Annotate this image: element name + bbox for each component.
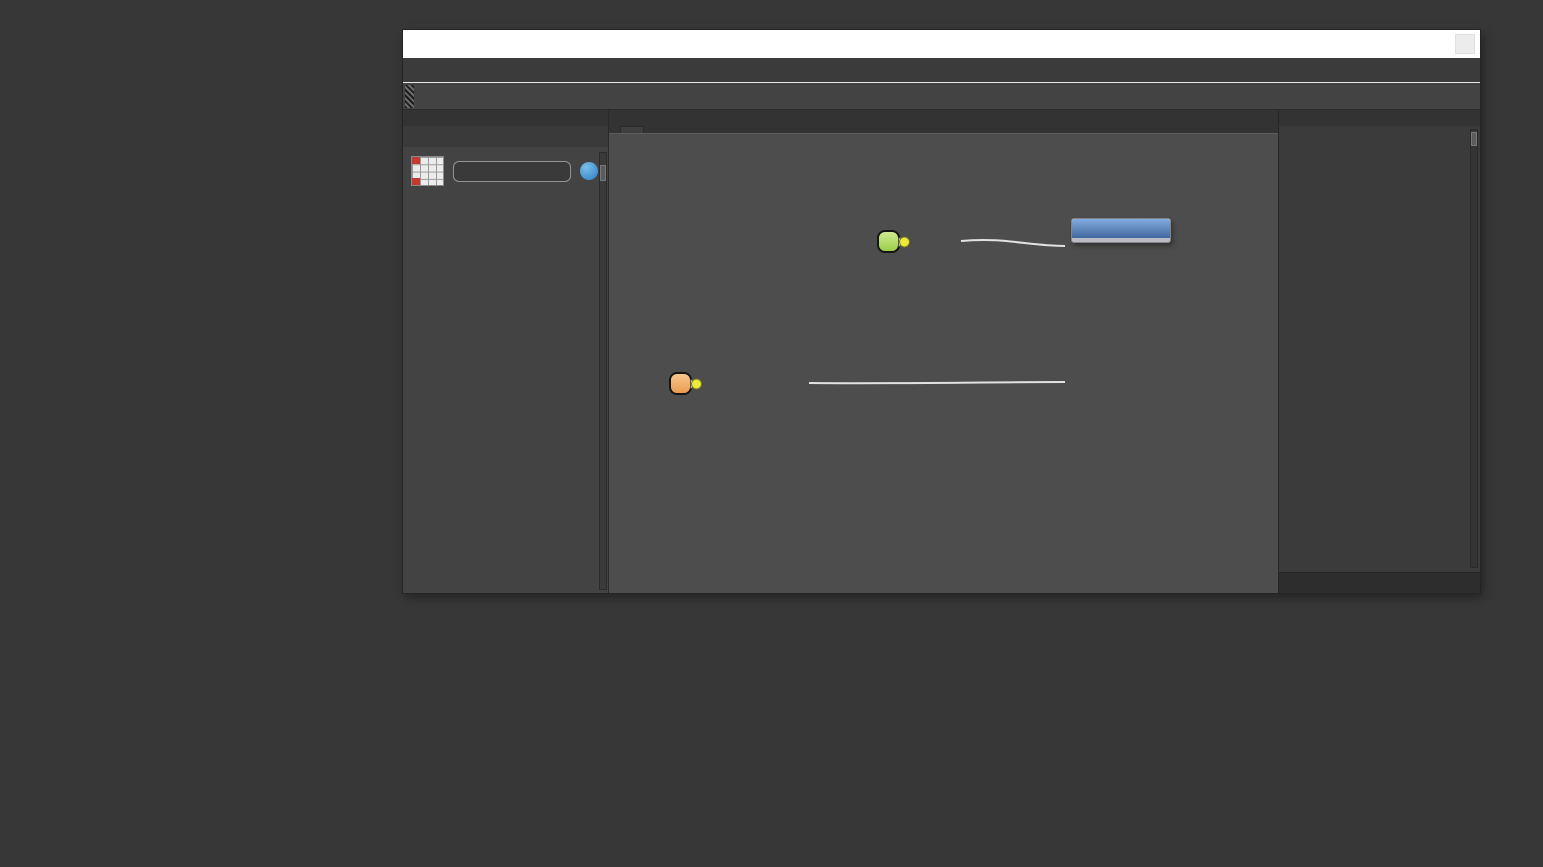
items-bottom-tabs [1279,572,1480,593]
array-generator-icon [411,156,444,186]
node-array-2s[interactable] [1071,218,1171,243]
node-x-spline-output-connector[interactable] [899,236,910,247]
node-segment-base-hal[interactable] [669,372,692,395]
properties-panel-header[interactable] [403,110,608,126]
window-content [403,110,1480,593]
graph-tabstrip [609,110,1278,133]
tab-top-level[interactable] [620,126,644,133]
node-canvas[interactable] [609,133,1278,593]
properties-tabs [403,126,608,147]
properties-panel [403,110,608,593]
generator-name-input[interactable] [453,161,571,182]
wires-layer [609,134,1278,593]
items-panel-header[interactable] [1279,110,1480,126]
wire-segment [809,382,1065,383]
window-button[interactable] [1455,34,1475,54]
items-scrollbar[interactable] [1470,129,1478,568]
items-scrollbar-thumb[interactable] [1471,132,1477,146]
titlebar[interactable] [403,30,1480,58]
generator-name-row [403,147,608,191]
node-array-header[interactable] [1072,219,1170,238]
properties-scrollbar[interactable] [599,152,607,590]
toolbar [403,83,1480,110]
toolbar-drag-handle[interactable] [405,85,414,108]
node-x-spline[interactable] [877,230,900,253]
style-editor-window [403,30,1480,593]
properties-scrollbar-thumb[interactable] [600,165,606,181]
node-segment-output-connector[interactable] [691,378,702,389]
items-panel [1278,110,1480,593]
node-graph-panel [608,110,1278,593]
wire-xspline [961,240,1065,246]
desktop [0,0,1543,867]
help-icon[interactable] [580,162,598,180]
menubar [403,58,1480,83]
items-tree [1279,126,1480,572]
